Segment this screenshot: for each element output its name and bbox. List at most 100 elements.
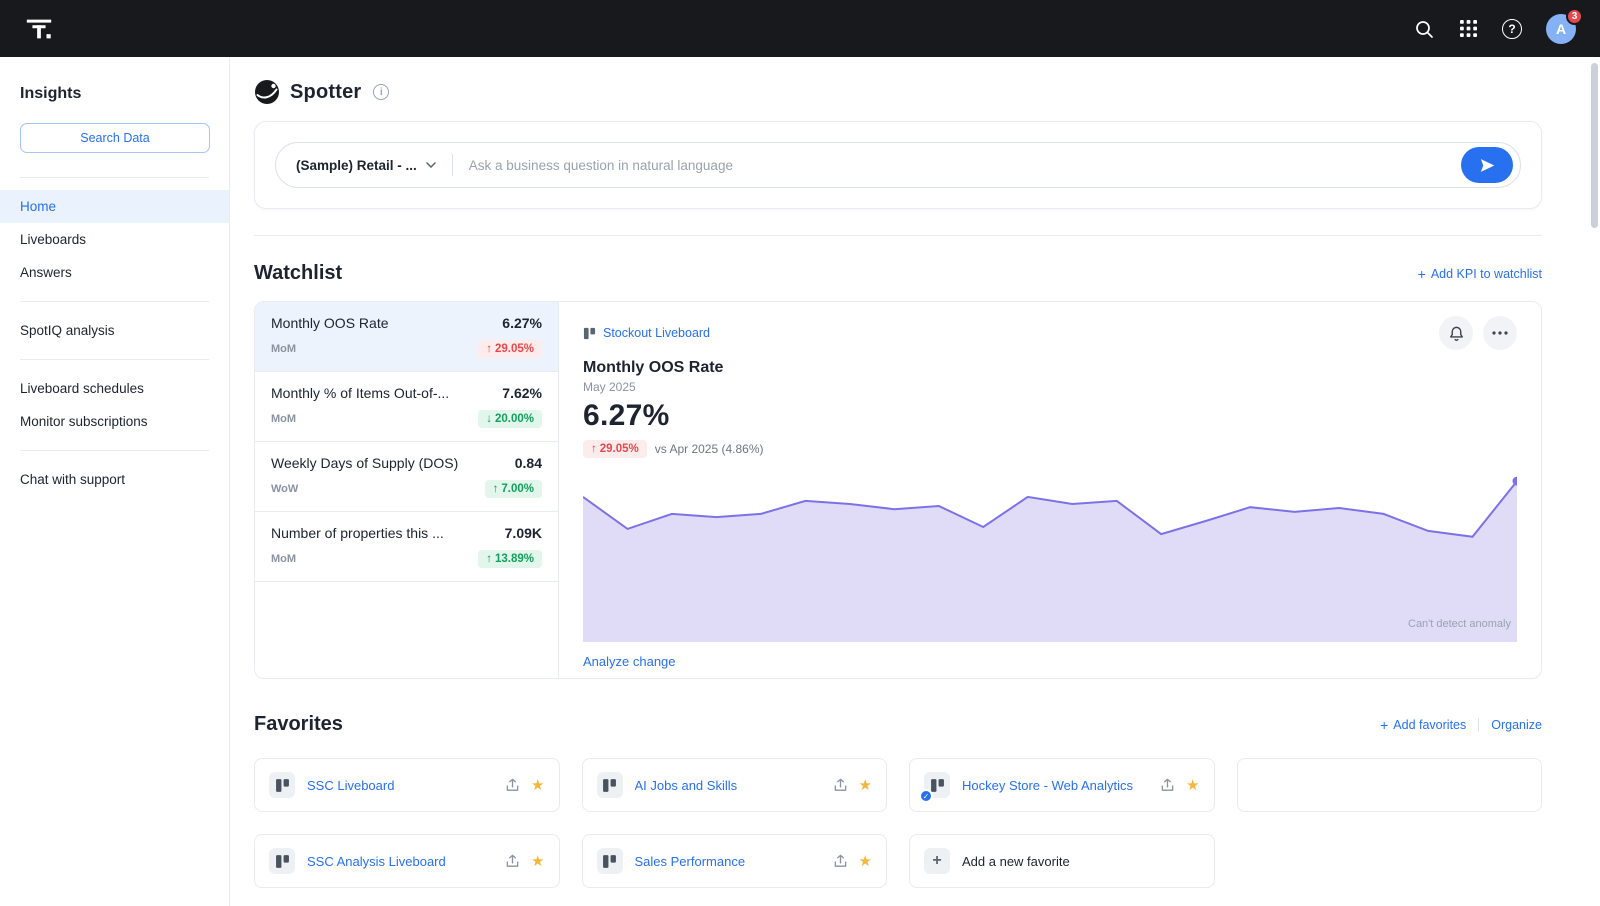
verified-check-icon: ✓: [919, 789, 933, 803]
help-button[interactable]: ?: [1492, 9, 1532, 49]
kpi-period: MoM: [271, 553, 296, 565]
kpi-name: Monthly OOS Rate: [271, 315, 389, 331]
liveboard-link[interactable]: Stockout Liveboard: [603, 326, 710, 340]
search-data-button[interactable]: Search Data: [20, 123, 210, 153]
kpi-detail-change-badge: ↑29.05%: [583, 440, 647, 458]
kpi-detail-date: May 2025: [583, 380, 1517, 394]
topbar: ? A 3: [0, 0, 1600, 57]
kpi-change-value: 13.89%: [495, 553, 534, 565]
page-title: Spotter: [290, 81, 361, 104]
sidebar-item-home[interactable]: Home: [0, 190, 229, 223]
add-kpi-label: Add KPI to watchlist: [1431, 267, 1542, 281]
kpi-change-value: 7.00%: [501, 483, 534, 495]
sidebar-item-answers[interactable]: Answers: [0, 256, 229, 289]
kpi-value: 0.84: [515, 455, 542, 471]
watchlist-title: Watchlist: [254, 262, 342, 285]
apps-switcher-button[interactable]: [1448, 9, 1488, 49]
favorite-card[interactable]: SSC Analysis Liveboard ★: [254, 834, 560, 888]
liveboard-tile: [269, 848, 295, 874]
share-button[interactable]: [505, 778, 520, 793]
arrow-up-icon: ↑: [493, 483, 499, 495]
favorite-card[interactable]: AI Jobs and Skills ★: [582, 758, 888, 812]
plus-icon: +: [932, 852, 941, 870]
kpi-period: MoM: [271, 343, 296, 355]
share-button[interactable]: [833, 854, 848, 869]
watchlist-panel: Monthly OOS Rate 6.27% MoM ↑29.05% Month…: [254, 301, 1542, 679]
kpi-list-filler: [255, 582, 558, 678]
thoughtspot-logo-icon: [24, 14, 54, 44]
favorite-card[interactable]: Sales Performance ★: [582, 834, 888, 888]
unfavorite-button[interactable]: ★: [1186, 778, 1199, 793]
share-button[interactable]: [833, 778, 848, 793]
kpi-detail-change-value: 29.05%: [600, 443, 639, 455]
kpi-period: MoM: [271, 413, 296, 425]
analyze-change-link[interactable]: Analyze change: [583, 654, 1517, 669]
watchlist-actions: + Add KPI to watchlist: [1418, 267, 1542, 281]
star-icon: ★: [859, 778, 872, 793]
liveboard-icon: [583, 327, 596, 340]
star-icon: ★: [531, 778, 544, 793]
scrollbar-thumb[interactable]: [1591, 63, 1598, 228]
kpi-list-item[interactable]: Monthly OOS Rate 6.27% MoM ↑29.05%: [255, 302, 558, 372]
favorite-name[interactable]: SSC Liveboard: [307, 778, 493, 793]
send-icon: [1479, 157, 1496, 174]
kpi-detail-title: Monthly OOS Rate: [583, 359, 1517, 377]
star-icon: ★: [859, 854, 872, 869]
apps-grid-icon: [1460, 20, 1477, 37]
unfavorite-button[interactable]: ★: [859, 778, 872, 793]
kpi-list-item[interactable]: Weekly Days of Supply (DOS) 0.84 WoW ↑7.…: [255, 442, 558, 512]
favorite-name[interactable]: SSC Analysis Liveboard: [307, 854, 493, 869]
organize-button[interactable]: Organize: [1491, 718, 1542, 732]
favorite-name[interactable]: Sales Performance: [635, 854, 821, 869]
favorite-name[interactable]: Hockey Store - Web Analytics: [962, 778, 1148, 793]
add-favorites-button[interactable]: + Add favorites: [1380, 718, 1466, 732]
kpi-detail-actions: [1439, 316, 1517, 350]
kpi-name: Monthly % of Items Out-of-...: [271, 385, 449, 401]
anomaly-note: Can't detect anomaly: [1408, 618, 1511, 634]
share-icon: [833, 778, 848, 793]
kpi-name: Number of properties this ...: [271, 525, 444, 541]
sidebar-item-spotiq[interactable]: SpotIQ analysis: [0, 314, 229, 347]
sidebar-divider: [20, 359, 209, 360]
plus-icon: +: [1418, 267, 1426, 281]
kpi-value: 7.09K: [505, 525, 542, 541]
kpi-trend-svg: [583, 472, 1517, 642]
sidebar-item-liveboards[interactable]: Liveboards: [0, 223, 229, 256]
kpi-list: Monthly OOS Rate 6.27% MoM ↑29.05% Month…: [255, 302, 559, 678]
info-icon[interactable]: i: [373, 84, 389, 100]
favorite-card[interactable]: ✓ Hockey Store - Web Analytics ★: [909, 758, 1215, 812]
add-new-favorite-card[interactable]: + Add a new favorite: [909, 834, 1215, 888]
share-button[interactable]: [1160, 778, 1175, 793]
kpi-trend-chart[interactable]: [583, 472, 1517, 642]
liveboard-icon: [275, 854, 290, 869]
data-source-label: (Sample) Retail - ...: [296, 158, 417, 173]
favorites-empty-cell: [1237, 834, 1543, 888]
unfavorite-button[interactable]: ★: [531, 854, 544, 869]
thoughtspot-logo[interactable]: [24, 14, 54, 44]
kpi-list-item[interactable]: Monthly % of Items Out-of-... 7.62% MoM …: [255, 372, 558, 442]
sidebar-item-liveboard-schedules[interactable]: Liveboard schedules: [0, 372, 229, 405]
data-source-selector[interactable]: (Sample) Retail - ...: [296, 158, 436, 173]
share-icon: [1160, 778, 1175, 793]
add-kpi-button[interactable]: + Add KPI to watchlist: [1418, 267, 1542, 281]
kpi-list-item[interactable]: Number of properties this ... 7.09K MoM …: [255, 512, 558, 582]
favorite-name[interactable]: AI Jobs and Skills: [635, 778, 821, 793]
search-button[interactable]: [1404, 9, 1444, 49]
sidebar: Insights Search Data Home Liveboards Ans…: [0, 57, 230, 906]
user-menu[interactable]: A 3: [1546, 14, 1576, 44]
sidebar-item-chat-support[interactable]: Chat with support: [0, 463, 229, 496]
kpi-monitor-button[interactable]: [1439, 316, 1473, 350]
scrollbar[interactable]: [1590, 57, 1600, 906]
send-button[interactable]: [1461, 147, 1513, 183]
arrow-up-icon: ↑: [486, 553, 492, 565]
ask-bar-divider: [452, 154, 453, 176]
ask-question-input[interactable]: [469, 158, 1461, 173]
watchlist-header: Watchlist + Add KPI to watchlist: [254, 262, 1542, 285]
unfavorite-button[interactable]: ★: [859, 854, 872, 869]
sidebar-item-monitor-subscriptions[interactable]: Monitor subscriptions: [0, 405, 229, 438]
more-options-button[interactable]: [1483, 316, 1517, 350]
favorite-card[interactable]: SSC Liveboard ★: [254, 758, 560, 812]
share-button[interactable]: [505, 854, 520, 869]
unfavorite-button[interactable]: ★: [531, 778, 544, 793]
kpi-detail-top: Stockout Liveboard: [583, 316, 1517, 350]
